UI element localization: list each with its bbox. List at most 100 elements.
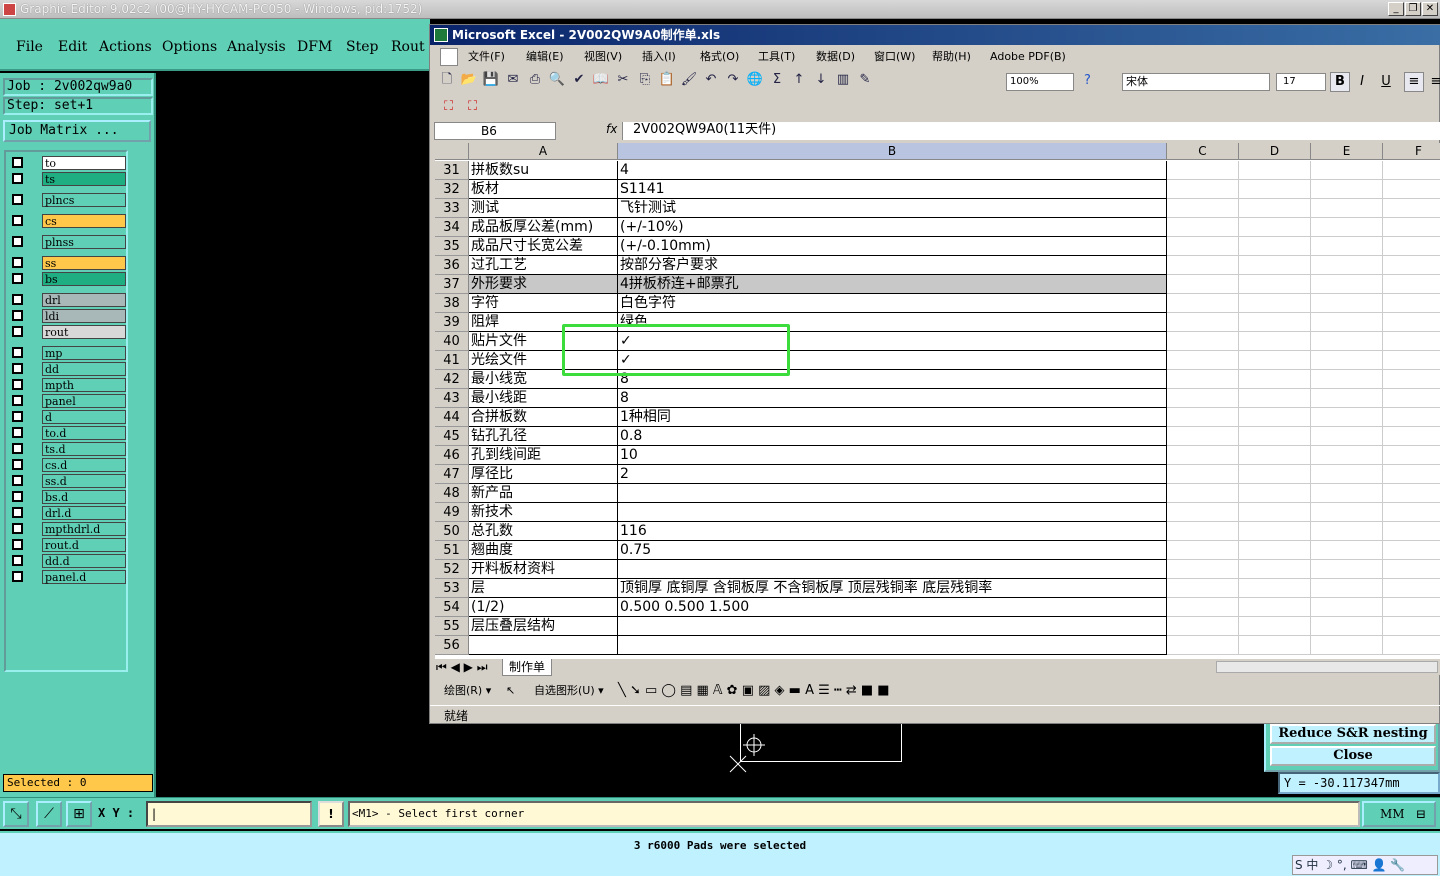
empty-cell[interactable] (1383, 560, 1440, 579)
empty-cell[interactable] (1383, 313, 1440, 332)
cell-label[interactable]: 厚径比 (469, 465, 618, 484)
layer-name[interactable]: to (42, 156, 126, 170)
save-icon[interactable]: 💾 (480, 72, 502, 87)
layer-checkbox[interactable] (12, 459, 23, 470)
drawing-icon[interactable]: ✎ (854, 72, 876, 87)
layer-name[interactable]: panel (42, 394, 126, 408)
row-header[interactable]: 52 (435, 560, 469, 579)
cell-value[interactable] (618, 617, 1167, 636)
menu-rout[interactable]: Rout (391, 39, 425, 55)
cell-value[interactable]: (+/-0.10mm) (618, 237, 1167, 256)
empty-cell[interactable] (1383, 598, 1440, 617)
cell-value[interactable] (618, 503, 1167, 522)
ime-toolbar[interactable]: S 中 ☽ °, ⌨ 👤 🔧 (1292, 855, 1438, 875)
layer-checkbox[interactable] (12, 363, 23, 374)
layer-checkbox[interactable] (12, 257, 23, 268)
print-preview-icon[interactable]: 🔍 (546, 72, 568, 87)
cell-value[interactable]: 116 (618, 522, 1167, 541)
close-window-button[interactable]: ✕ (1422, 2, 1438, 16)
cell-label[interactable]: 新产品 (469, 484, 618, 503)
layer-checkbox[interactable] (12, 475, 23, 486)
shape-tools-icon[interactable]: ╲ ➘ ▭ ◯ ▤ ▦ 𝔸 ✿ ▣ ▨ ◈ ▬ A ☰ ┅ ⇄ ■ ■ (618, 679, 890, 703)
cell-value[interactable] (618, 560, 1167, 579)
unit-selector[interactable]: MM ⊟ (1362, 801, 1436, 827)
underline-button[interactable]: U (1376, 72, 1396, 92)
cell-label[interactable]: 最小线距 (469, 389, 618, 408)
layer-row[interactable]: plnss (8, 235, 126, 249)
row-header[interactable]: 54 (435, 598, 469, 617)
layer-row[interactable]: cs.d (8, 458, 126, 472)
layer-name[interactable]: cs.d (42, 458, 126, 472)
xl-menu-data[interactable]: 数据(D) (816, 46, 855, 68)
layer-name[interactable]: drl (42, 293, 126, 307)
layer-checkbox[interactable] (12, 310, 23, 321)
layer-row[interactable]: dd.d (8, 554, 126, 568)
cell-label[interactable]: 成品板厚公差(mm) (469, 218, 618, 237)
layer-name[interactable]: d (42, 410, 126, 424)
cell-label[interactable]: 测试 (469, 199, 618, 218)
minimize-button[interactable]: _ (1388, 2, 1404, 16)
select-arrow-icon[interactable]: ↖ (506, 679, 515, 703)
cell-label[interactable]: 外形要求 (469, 275, 618, 294)
layer-name[interactable]: mpth (42, 378, 126, 392)
cell-value[interactable] (618, 484, 1167, 503)
empty-cell[interactable] (1239, 598, 1311, 617)
empty-cell[interactable] (1311, 180, 1383, 199)
empty-cell[interactable] (1167, 370, 1239, 389)
row-header[interactable]: 40 (435, 332, 469, 351)
row-header[interactable]: 36 (435, 256, 469, 275)
layer-row[interactable]: bs.d (8, 490, 126, 504)
layer-row[interactable]: ts.d (8, 442, 126, 456)
reduce-sr-nesting-button[interactable]: Reduce S&R nesting (1270, 724, 1436, 744)
layer-name[interactable]: plncs (42, 193, 126, 207)
empty-cell[interactable] (1311, 522, 1383, 541)
draw-menu[interactable]: 绘图(R) ▾ (444, 679, 491, 703)
pdf-convert-icon[interactable]: ⛶ (444, 99, 453, 114)
layer-checkbox[interactable] (12, 236, 23, 247)
empty-cell[interactable] (1383, 294, 1440, 313)
layer-checkbox[interactable] (12, 443, 23, 454)
row-header[interactable]: 47 (435, 465, 469, 484)
empty-cell[interactable] (1167, 332, 1239, 351)
layer-row[interactable]: to.d (8, 426, 126, 440)
empty-cell[interactable] (1167, 218, 1239, 237)
cell-label[interactable]: 过孔工艺 (469, 256, 618, 275)
empty-cell[interactable] (1311, 218, 1383, 237)
layer-checkbox[interactable] (12, 215, 23, 226)
select-all-corner[interactable] (435, 143, 469, 160)
layer-row[interactable]: ss.d (8, 474, 126, 488)
row-header[interactable]: 44 (435, 408, 469, 427)
spelling-icon[interactable]: ✔ (568, 72, 590, 87)
cell-label[interactable] (469, 636, 618, 655)
empty-cell[interactable] (1311, 256, 1383, 275)
layer-name[interactable]: mpthdrl.d (42, 522, 126, 536)
empty-cell[interactable] (1311, 541, 1383, 560)
row-header[interactable]: 38 (435, 294, 469, 313)
layer-name[interactable]: ts.d (42, 442, 126, 456)
align-center-icon[interactable]: ≡ (1426, 72, 1440, 92)
row-header[interactable]: 56 (435, 636, 469, 655)
empty-cell[interactable] (1311, 294, 1383, 313)
xl-menu-view[interactable]: 视图(V) (584, 46, 622, 68)
empty-cell[interactable] (1383, 465, 1440, 484)
layer-checkbox[interactable] (12, 523, 23, 534)
layer-name[interactable]: ts (42, 172, 126, 186)
cell-label[interactable]: 板材 (469, 180, 618, 199)
empty-cell[interactable] (1167, 503, 1239, 522)
layer-row[interactable]: plncs (8, 193, 126, 207)
format-painter-icon[interactable]: 🖌 (678, 72, 700, 87)
cell-label[interactable]: 开料板材资料 (469, 560, 618, 579)
empty-cell[interactable] (1311, 636, 1383, 655)
empty-cell[interactable] (1383, 275, 1440, 294)
layer-name[interactable]: dd.d (42, 554, 126, 568)
zoom-select[interactable]: 100% (1006, 73, 1074, 91)
layer-row[interactable]: bs (8, 272, 126, 286)
layer-row[interactable]: rout.d (8, 538, 126, 552)
column-header[interactable]: C (1167, 143, 1239, 160)
empty-cell[interactable] (1383, 256, 1440, 275)
empty-cell[interactable] (1383, 180, 1440, 199)
empty-cell[interactable] (1167, 161, 1239, 180)
empty-cell[interactable] (1239, 484, 1311, 503)
layer-row[interactable]: panel.d (8, 570, 126, 584)
empty-cell[interactable] (1239, 237, 1311, 256)
